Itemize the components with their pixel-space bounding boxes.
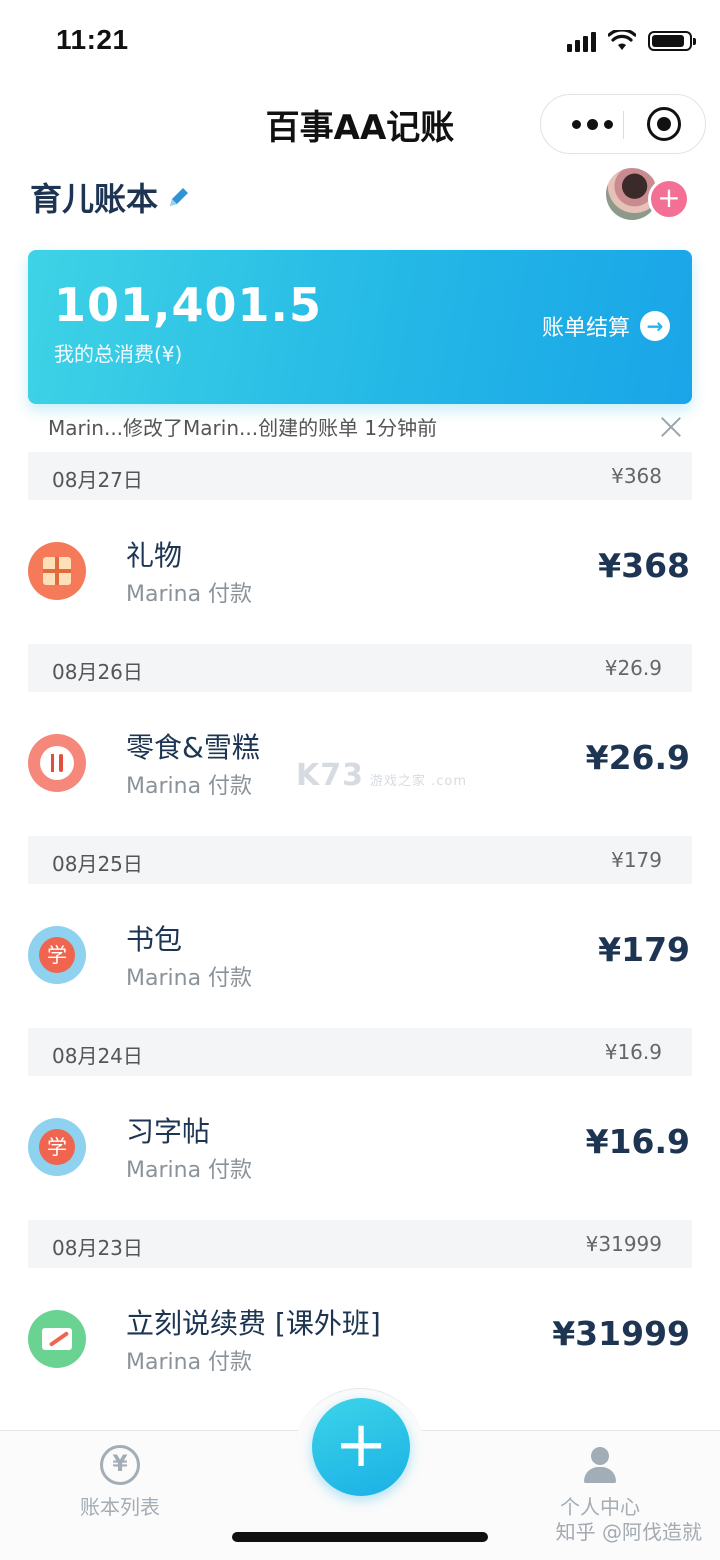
user-icon bbox=[580, 1445, 620, 1485]
expense-name: 零食&雪糕 bbox=[126, 731, 260, 764]
status-time: 11:21 bbox=[56, 24, 129, 55]
study-icon: 学 bbox=[28, 1118, 86, 1176]
expense-row[interactable]: 学 书包 Marina 付款 ¥179 bbox=[0, 884, 720, 1028]
study-badge: 学 bbox=[39, 937, 75, 973]
close-mini-program-icon[interactable] bbox=[647, 107, 681, 141]
wifi-icon bbox=[608, 30, 636, 50]
day-date: 08月27日 bbox=[52, 468, 143, 492]
expense-amount: ¥26.9 bbox=[585, 738, 690, 777]
total-spending-amount: 101,401.5 bbox=[54, 278, 322, 332]
day-date: 08月24日 bbox=[52, 1044, 143, 1068]
watermark: K73 游戏之家 .com bbox=[296, 758, 467, 793]
summary-card: 101,401.5 我的总消费(¥) 账单结算 → bbox=[28, 250, 692, 404]
watermark-main: K73 bbox=[296, 758, 364, 793]
add-expense-button[interactable]: + bbox=[312, 1398, 410, 1496]
total-spending-label: 我的总消费(¥) bbox=[54, 342, 183, 366]
expense-payer: Marina 付款 bbox=[126, 966, 253, 991]
more-icon[interactable] bbox=[563, 95, 621, 153]
day-date: 08月26日 bbox=[52, 660, 143, 684]
status-bar: 11:21 bbox=[0, 0, 720, 88]
expense-row[interactable]: 礼物 Marina 付款 ¥368 bbox=[0, 500, 720, 644]
settle-bill-label: 账单结算 bbox=[541, 316, 630, 341]
tab-profile[interactable]: 个人中心 bbox=[520, 1445, 680, 1520]
day-header: 08月24日 ¥16.9 bbox=[28, 1028, 692, 1076]
expense-payer: Marina 付款 bbox=[126, 774, 253, 799]
day-total: ¥26.9 bbox=[604, 656, 662, 680]
gift-icon bbox=[28, 542, 86, 600]
day-header: 08月27日 ¥368 bbox=[28, 452, 692, 500]
day-total: ¥179 bbox=[611, 848, 662, 872]
expense-name: 书包 bbox=[126, 923, 183, 956]
day-header: 08月25日 ¥179 bbox=[28, 836, 692, 884]
expense-payer: Marina 付款 bbox=[126, 1350, 253, 1375]
tab-ledger-list[interactable]: ¥ 账本列表 bbox=[40, 1445, 200, 1520]
expense-amount: ¥16.9 bbox=[585, 1122, 690, 1161]
expense-amount: ¥31999 bbox=[552, 1314, 690, 1353]
note-icon bbox=[28, 1310, 86, 1368]
expense-payer: Marina 付款 bbox=[126, 1158, 253, 1183]
capsule-divider bbox=[623, 111, 624, 139]
expense-name: 立刻说续费 [课外班] bbox=[126, 1307, 381, 1340]
day-total: ¥16.9 bbox=[604, 1040, 662, 1064]
home-indicator bbox=[232, 1532, 488, 1542]
member-avatars[interactable]: + bbox=[606, 168, 690, 224]
study-icon: 学 bbox=[28, 926, 86, 984]
signal-icon bbox=[567, 30, 596, 52]
expense-amount: ¥368 bbox=[598, 546, 690, 585]
expense-name: 礼物 bbox=[126, 539, 183, 572]
activity-notice: Marin...修改了Marin...创建的账单 1分钟前 bbox=[48, 416, 438, 440]
settle-bill-button[interactable]: 账单结算 → bbox=[542, 310, 670, 342]
mini-program-capsule bbox=[540, 94, 706, 154]
book-title[interactable]: 育儿账本 bbox=[30, 174, 192, 220]
edit-pencil-icon[interactable] bbox=[166, 184, 192, 210]
day-header: 08月26日 ¥26.9 bbox=[28, 644, 692, 692]
day-total: ¥368 bbox=[611, 464, 662, 488]
food-icon bbox=[28, 734, 86, 792]
arrow-right-icon: → bbox=[640, 311, 670, 341]
expense-row[interactable]: 学 习字帖 Marina 付款 ¥16.9 bbox=[0, 1076, 720, 1220]
day-date: 08月25日 bbox=[52, 852, 143, 876]
yen-coin-icon: ¥ bbox=[100, 1445, 140, 1485]
day-header: 08月23日 ¥31999 bbox=[28, 1220, 692, 1268]
source-watermark: 知乎 @阿伐造就 bbox=[555, 1520, 702, 1544]
status-icons bbox=[567, 30, 696, 52]
expense-amount: ¥179 bbox=[598, 930, 690, 969]
study-badge: 学 bbox=[39, 1129, 75, 1165]
expense-payer: Marina 付款 bbox=[126, 582, 253, 607]
close-icon[interactable] bbox=[660, 416, 682, 438]
add-member-button[interactable]: + bbox=[648, 178, 690, 220]
book-title-text: 育儿账本 bbox=[30, 180, 159, 218]
battery-icon bbox=[648, 31, 696, 51]
expense-name: 习字帖 bbox=[126, 1115, 211, 1148]
day-date: 08月23日 bbox=[52, 1236, 143, 1260]
day-total: ¥31999 bbox=[585, 1232, 662, 1256]
watermark-sub: 游戏之家 .com bbox=[370, 774, 468, 789]
tab-ledger-label: 账本列表 bbox=[80, 1495, 160, 1519]
